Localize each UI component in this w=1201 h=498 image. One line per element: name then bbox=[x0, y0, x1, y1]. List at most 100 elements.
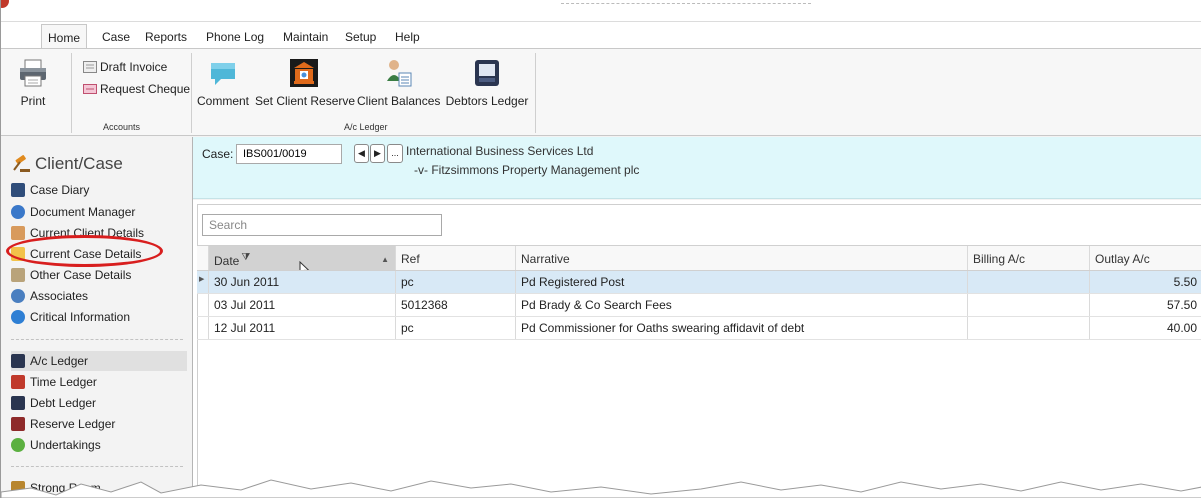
cell-ref: pc bbox=[396, 317, 516, 339]
filter-icon[interactable]: ⧩ bbox=[241, 252, 250, 263]
sidebar-item-label: Associates bbox=[30, 289, 89, 303]
case-folder-icon bbox=[11, 247, 25, 261]
ribbon-separator bbox=[191, 53, 192, 133]
column-header-billing[interactable]: Billing A/c bbox=[968, 246, 1090, 270]
cell-date: 12 Jul 2011 bbox=[209, 317, 396, 339]
sidebar-divider bbox=[11, 466, 183, 467]
sidebar-item-time-ledger[interactable]: Time Ledger bbox=[11, 372, 187, 392]
bank-icon bbox=[290, 59, 318, 87]
tab-reports[interactable]: Reports bbox=[145, 30, 187, 44]
cell-date: 03 Jul 2011 bbox=[209, 294, 396, 316]
sidebar-item-label: Undertakings bbox=[30, 438, 101, 452]
ledger-icon bbox=[11, 354, 25, 368]
sidebar-item-critical-information[interactable]: Critical Information bbox=[11, 307, 187, 327]
accounts-group-label: Accounts bbox=[103, 122, 141, 132]
request-cheque-label: Request Cheque bbox=[100, 82, 191, 96]
tab-setup[interactable]: Setup bbox=[345, 30, 376, 44]
table-row[interactable]: 03 Jul 2011 5012368 Pd Brady & Co Search… bbox=[197, 294, 1201, 317]
ac-ledger-group-label: A/c Ledger bbox=[344, 122, 388, 132]
column-header-outlay[interactable]: Outlay A/c bbox=[1090, 246, 1201, 270]
tab-home[interactable]: Home bbox=[41, 24, 88, 49]
print-button[interactable]: Print bbox=[15, 57, 51, 108]
sidebar-item-undertakings[interactable]: Undertakings bbox=[11, 435, 187, 455]
sidebar-item-label: Current Case Details bbox=[30, 247, 142, 261]
client-balances-button[interactable]: Client Balances bbox=[357, 57, 440, 108]
cell-narrative: Pd Brady & Co Search Fees bbox=[516, 294, 968, 316]
debtors-ledger-label: Debtors Ledger bbox=[445, 94, 529, 108]
set-client-reserve-label: Set Client Reserve bbox=[255, 94, 356, 108]
sidebar-item-case-diary[interactable]: Case Diary bbox=[11, 180, 187, 200]
cell-narrative: Pd Registered Post bbox=[516, 271, 968, 293]
speech-bubble-icon bbox=[211, 63, 235, 85]
draft-invoice-button[interactable]: Draft Invoice bbox=[83, 60, 167, 74]
sort-ascending-icon: ▲ bbox=[381, 255, 389, 264]
sidebar-item-current-client-details[interactable]: Current Client Details bbox=[11, 223, 187, 243]
reserve-ledger-icon bbox=[11, 417, 25, 431]
client-name: International Business Services Ltd bbox=[406, 144, 594, 158]
column-header-ref[interactable]: Ref bbox=[396, 246, 516, 270]
sidebar-item-label: Time Ledger bbox=[30, 375, 97, 389]
invoice-icon bbox=[83, 61, 97, 73]
column-header-date[interactable]: Date ⧩ ▲ bbox=[209, 246, 396, 270]
next-case-button[interactable]: ▶ bbox=[370, 144, 385, 163]
chevron-right-icon: ▶ bbox=[374, 148, 381, 158]
ledger-grid-area: Date⧩ ▲ Ref Narrative Billing A/c Outlay… bbox=[193, 200, 1201, 498]
cell-outlay: 5.50 bbox=[1173, 275, 1197, 289]
table-header-row: Date ⧩ ▲ Ref Narrative Billing A/c Outlay… bbox=[197, 245, 1201, 271]
time-ledger-icon bbox=[11, 375, 25, 389]
case-label: Case: bbox=[202, 147, 234, 161]
cell-outlay: 40.00 bbox=[1166, 321, 1197, 335]
ledger-table: Date ⧩ ▲ Ref Narrative Billing A/c Outlay… bbox=[197, 245, 1201, 340]
sidebar-item-associates[interactable]: Associates bbox=[11, 286, 187, 306]
comment-button[interactable]: Comment bbox=[195, 57, 251, 108]
request-cheque-button[interactable]: Request Cheque bbox=[83, 82, 190, 96]
search-input[interactable] bbox=[202, 214, 442, 236]
sidebar-item-label: Critical Information bbox=[30, 310, 131, 324]
ledger-book-icon bbox=[475, 60, 499, 86]
cell-ref: pc bbox=[396, 271, 516, 293]
case-lookup-button[interactable]: ... bbox=[387, 144, 403, 163]
sidebar-item-ac-ledger[interactable]: A/c Ledger bbox=[11, 351, 187, 371]
tab-maintain[interactable]: Maintain bbox=[283, 30, 328, 44]
cell-billing bbox=[968, 317, 1090, 339]
sidebar-item-label: A/c Ledger bbox=[30, 354, 89, 368]
ribbon-separator bbox=[71, 53, 72, 133]
sidebar-item-document-manager[interactable]: Document Manager bbox=[11, 202, 187, 222]
client-icon bbox=[11, 226, 25, 240]
cell-date: 30 Jun 2011 bbox=[209, 271, 396, 293]
sidebar-title: Client/Case bbox=[11, 154, 123, 174]
case-number-field[interactable] bbox=[236, 144, 342, 164]
cell-outlay: 57.50 bbox=[1166, 298, 1197, 312]
sidebar-item-label: Debt Ledger bbox=[30, 396, 97, 410]
sidebar-item-label: Other Case Details bbox=[30, 268, 132, 282]
cell-billing bbox=[968, 271, 1090, 293]
sidebar-item-debt-ledger[interactable]: Debt Ledger bbox=[11, 393, 187, 413]
set-client-reserve-button[interactable]: Set Client Reserve bbox=[255, 57, 356, 108]
sidebar-item-current-case-details[interactable]: Current Case Details bbox=[11, 244, 187, 264]
debtors-ledger-button[interactable]: Debtors Ledger bbox=[442, 57, 532, 108]
tab-case[interactable]: Case bbox=[102, 30, 130, 44]
previous-case-button[interactable]: ◀ bbox=[354, 144, 369, 163]
app-logo-icon bbox=[1, 0, 9, 8]
table-row[interactable]: ▶ 30 Jun 2011 pc Pd Registered Post 5.50 bbox=[197, 271, 1201, 294]
cell-narrative: Pd Commissioner for Oaths swearing affid… bbox=[516, 317, 968, 339]
client-balances-icon bbox=[387, 60, 412, 87]
cell-billing bbox=[968, 294, 1090, 316]
gavel-icon bbox=[13, 155, 30, 172]
title-bar bbox=[1, 0, 1201, 22]
column-header-label: Date bbox=[214, 254, 240, 268]
sidebar-title-text: Client/Case bbox=[35, 154, 123, 173]
sidebar-item-label: Document Manager bbox=[30, 205, 136, 219]
sidebar-item-reserve-ledger[interactable]: Reserve Ledger bbox=[11, 414, 187, 434]
draft-invoice-label: Draft Invoice bbox=[100, 60, 168, 74]
ribbon-separator bbox=[535, 53, 536, 133]
row-indicator bbox=[197, 294, 209, 316]
ribbon: Print Draft Invoice Request Cheque Accou… bbox=[1, 48, 1201, 136]
sidebar-item-other-case-details[interactable]: Other Case Details bbox=[11, 265, 187, 285]
table-row[interactable]: 12 Jul 2011 pc Pd Commissioner for Oaths… bbox=[197, 317, 1201, 340]
menu-bar: Home Case Reports Phone Log Maintain Set… bbox=[1, 22, 1201, 49]
tab-phone-log[interactable]: Phone Log bbox=[206, 30, 264, 44]
column-header-narrative[interactable]: Narrative bbox=[516, 246, 968, 270]
sidebar-divider bbox=[11, 339, 183, 340]
tab-help[interactable]: Help bbox=[395, 30, 420, 44]
